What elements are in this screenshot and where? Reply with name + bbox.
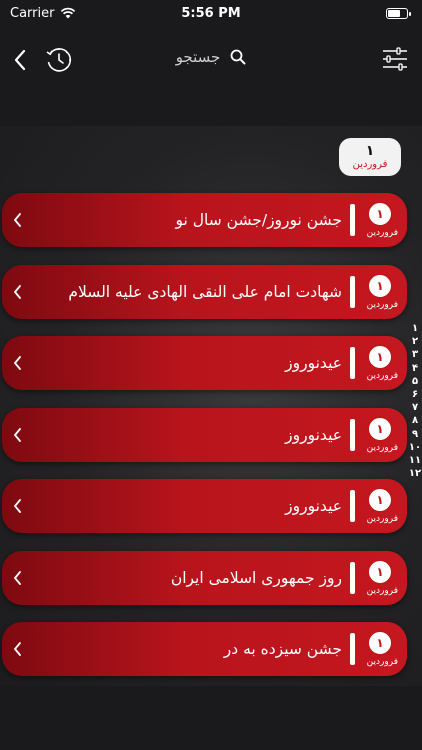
- event-month: فروردین: [366, 514, 398, 524]
- month-index-item[interactable]: ۳: [412, 348, 418, 361]
- chevron-left-icon: [13, 356, 21, 370]
- filter-sliders-icon: [383, 47, 407, 71]
- event-day: ۱: [367, 558, 393, 585]
- month-index-item[interactable]: ۹: [412, 428, 418, 441]
- event-title: عیدنوروز: [285, 425, 342, 444]
- month-index-item[interactable]: ۶: [412, 388, 418, 401]
- event-month: فروردین: [366, 657, 398, 667]
- event-list: جشن نوروز/جشن سال نو ۱ فروردین شهادت اما…: [2, 193, 407, 694]
- chevron-left-icon: [13, 570, 21, 585]
- battery-icon: [386, 7, 411, 19]
- chevron-left-icon: [13, 499, 21, 513]
- date-chip-month: فروردین: [352, 158, 388, 170]
- search-icon: [230, 49, 246, 65]
- event-day: ۱: [367, 344, 393, 370]
- event-divider: [350, 490, 355, 522]
- month-index-item[interactable]: ۷: [412, 401, 418, 414]
- event-title: عیدنوروز: [285, 354, 342, 372]
- event-day: ۱: [367, 630, 393, 656]
- event-month: فروردین: [366, 228, 398, 238]
- event-card[interactable]: شهادت امام علی النقی الهادی علیه السلام …: [2, 264, 407, 319]
- event-day: ۱: [367, 415, 393, 442]
- date-chip[interactable]: ۱ فروردین: [339, 138, 401, 176]
- month-index-item[interactable]: ۱۲: [409, 467, 421, 480]
- chevron-left-icon: [13, 284, 21, 299]
- search-label: جستجو: [175, 48, 221, 66]
- nav-bar: جستجو: [0, 36, 422, 84]
- month-index[interactable]: ۱ ۲ ۳ ۴ ۵ ۶ ۷ ۸ ۹ ۱۰ ۱۱ ۱۲: [408, 322, 422, 480]
- event-card[interactable]: جشن نوروز/جشن سال نو ۱ فروردین: [2, 193, 407, 247]
- event-divider: [350, 561, 355, 594]
- month-index-item[interactable]: ۱۰: [409, 441, 421, 454]
- month-index-item[interactable]: ۱۱: [409, 454, 421, 467]
- event-title: جشن سیزده به در: [223, 640, 342, 658]
- event-title: روز جمهوری اسلامی ایران: [170, 568, 342, 587]
- search-field[interactable]: جستجو: [0, 48, 422, 66]
- event-day: ۱: [367, 487, 393, 513]
- month-index-item[interactable]: ۱: [412, 322, 418, 335]
- month-index-item[interactable]: ۸: [412, 414, 418, 427]
- status-left: Carrier: [10, 6, 76, 21]
- event-divider: [350, 275, 355, 308]
- month-index-item[interactable]: ۲: [412, 335, 418, 348]
- event-card[interactable]: عیدنوروز ۱ فروردین: [2, 336, 407, 390]
- month-index-item[interactable]: ۵: [412, 375, 418, 388]
- event-month: فروردین: [366, 299, 398, 310]
- event-divider: [350, 204, 355, 236]
- event-divider: [350, 633, 355, 665]
- event-month: فروردین: [366, 442, 398, 453]
- event-title: عیدنوروز: [285, 497, 342, 515]
- event-month: فروردین: [366, 585, 398, 596]
- month-index-item[interactable]: ۴: [412, 362, 418, 375]
- chevron-left-icon: [13, 427, 21, 442]
- wifi-icon: [61, 7, 76, 19]
- event-card[interactable]: جشن سیزده به در ۱ فروردین: [2, 622, 407, 676]
- event-day: ۱: [367, 272, 393, 299]
- chevron-left-icon: [13, 213, 21, 227]
- event-card[interactable]: عیدنوروز ۱ فروردین: [2, 407, 407, 462]
- event-divider: [350, 347, 355, 379]
- date-chip-day: ۱: [365, 142, 375, 159]
- event-day: ۱: [367, 201, 393, 227]
- event-divider: [350, 418, 355, 451]
- carrier-label: Carrier: [10, 5, 55, 21]
- status-bar: Carrier 5:56 PM: [0, 0, 422, 26]
- chevron-left-icon: [13, 642, 21, 656]
- event-title: جشن نوروز/جشن سال نو: [175, 211, 343, 229]
- event-title: شهادت امام علی النقی الهادی علیه السلام: [68, 282, 342, 301]
- filter-button[interactable]: [382, 46, 408, 72]
- event-card[interactable]: عیدنوروز ۱ فروردین: [2, 479, 407, 533]
- event-month: فروردین: [366, 371, 398, 381]
- event-card[interactable]: روز جمهوری اسلامی ایران ۱ فروردین: [2, 550, 407, 605]
